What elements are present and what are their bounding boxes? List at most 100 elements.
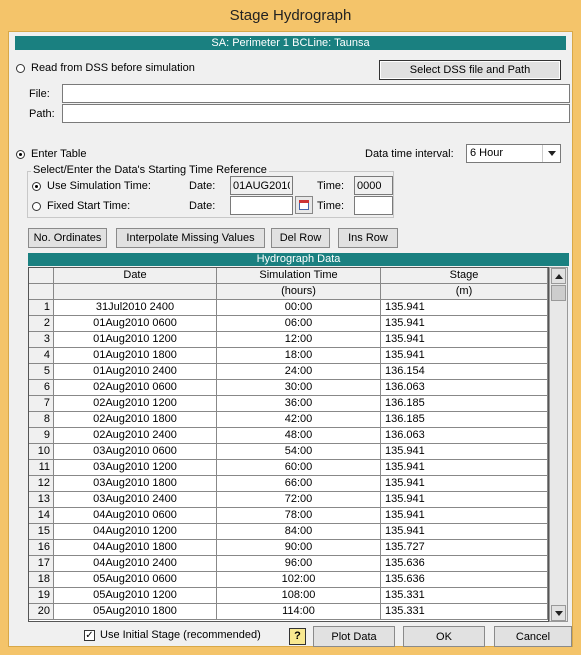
cell-sim-time[interactable]: 30:00 [217, 380, 381, 396]
cell-date[interactable]: 01Aug2010 1800 [54, 348, 217, 364]
cell-date[interactable]: 04Aug2010 2400 [54, 556, 217, 572]
cell-stage[interactable]: 135.941 [381, 316, 548, 332]
cell-stage[interactable]: 135.941 [381, 332, 548, 348]
table-row[interactable]: 1 31Jul2010 2400 00:00 135.941 [29, 300, 548, 316]
cell-sim-time[interactable]: 48:00 [217, 428, 381, 444]
cell-sim-time[interactable]: 96:00 [217, 556, 381, 572]
read-dss-radio[interactable] [16, 64, 25, 73]
cell-stage[interactable]: 135.941 [381, 348, 548, 364]
cell-stage[interactable]: 135.941 [381, 524, 548, 540]
cell-sim-time[interactable]: 36:00 [217, 396, 381, 412]
cell-sim-time[interactable]: 78:00 [217, 508, 381, 524]
cell-sim-time[interactable]: 72:00 [217, 492, 381, 508]
scroll-thumb[interactable] [551, 285, 566, 301]
cell-stage[interactable]: 136.154 [381, 364, 548, 380]
ok-button[interactable]: OK [403, 626, 485, 647]
table-scrollbar[interactable] [549, 267, 568, 622]
table-row[interactable]: 5 01Aug2010 2400 24:00 136.154 [29, 364, 548, 380]
table-row[interactable]: 7 02Aug2010 1200 36:00 136.185 [29, 396, 548, 412]
table-row[interactable]: 16 04Aug2010 1800 90:00 135.727 [29, 540, 548, 556]
select-dss-button[interactable]: Select DSS file and Path [379, 60, 561, 80]
cell-sim-time[interactable]: 108:00 [217, 588, 381, 604]
del-row-button[interactable]: Del Row [271, 228, 330, 248]
cell-sim-time[interactable]: 66:00 [217, 476, 381, 492]
cell-stage[interactable]: 135.941 [381, 460, 548, 476]
table-row[interactable]: 2 01Aug2010 0600 06:00 135.941 [29, 316, 548, 332]
table-row[interactable]: 12 03Aug2010 1800 66:00 135.941 [29, 476, 548, 492]
table-row[interactable]: 13 03Aug2010 2400 72:00 135.941 [29, 492, 548, 508]
cell-date[interactable]: 03Aug2010 1800 [54, 476, 217, 492]
cell-date[interactable]: 02Aug2010 0600 [54, 380, 217, 396]
cell-sim-time[interactable]: 06:00 [217, 316, 381, 332]
ins-row-button[interactable]: Ins Row [338, 228, 398, 248]
table-row[interactable]: 17 04Aug2010 2400 96:00 135.636 [29, 556, 548, 572]
fixed-time-field[interactable] [354, 196, 393, 215]
table-row[interactable]: 9 02Aug2010 2400 48:00 136.063 [29, 428, 548, 444]
cell-date[interactable]: 03Aug2010 1200 [54, 460, 217, 476]
cell-date[interactable]: 04Aug2010 1200 [54, 524, 217, 540]
cell-date[interactable]: 02Aug2010 1800 [54, 412, 217, 428]
plot-data-button[interactable]: Plot Data [313, 626, 395, 647]
table-row[interactable]: 11 03Aug2010 1200 60:00 135.941 [29, 460, 548, 476]
cell-sim-time[interactable]: 18:00 [217, 348, 381, 364]
table-row[interactable]: 15 04Aug2010 1200 84:00 135.941 [29, 524, 548, 540]
use-sim-time-radio[interactable] [32, 182, 41, 191]
cell-sim-time[interactable]: 12:00 [217, 332, 381, 348]
table-row[interactable]: 6 02Aug2010 0600 30:00 136.063 [29, 380, 548, 396]
table-row[interactable]: 14 04Aug2010 0600 78:00 135.941 [29, 508, 548, 524]
col-header-sim-time[interactable]: Simulation Time [217, 268, 381, 284]
cell-date[interactable]: 02Aug2010 2400 [54, 428, 217, 444]
cell-stage[interactable]: 135.331 [381, 604, 548, 620]
table-row[interactable]: 4 01Aug2010 1800 18:00 135.941 [29, 348, 548, 364]
no-ordinates-button[interactable]: No. Ordinates [28, 228, 107, 248]
col-header-date[interactable]: Date [54, 268, 217, 284]
cell-date[interactable]: 31Jul2010 2400 [54, 300, 217, 316]
cell-stage[interactable]: 135.941 [381, 444, 548, 460]
fixed-date-field[interactable] [230, 196, 293, 215]
calendar-icon[interactable] [295, 196, 313, 214]
cell-sim-time[interactable]: 24:00 [217, 364, 381, 380]
table-row[interactable]: 20 05Aug2010 1800 114:00 135.331 [29, 604, 548, 620]
cancel-button[interactable]: Cancel [494, 626, 572, 647]
cell-sim-time[interactable]: 60:00 [217, 460, 381, 476]
cell-stage[interactable]: 135.636 [381, 572, 548, 588]
interpolate-button[interactable]: Interpolate Missing Values [116, 228, 265, 248]
cell-stage[interactable]: 136.185 [381, 412, 548, 428]
cell-stage[interactable]: 136.185 [381, 396, 548, 412]
cell-date[interactable]: 01Aug2010 2400 [54, 364, 217, 380]
cell-date[interactable]: 04Aug2010 1800 [54, 540, 217, 556]
cell-date[interactable]: 05Aug2010 0600 [54, 572, 217, 588]
fixed-start-radio[interactable] [32, 202, 41, 211]
cell-date[interactable]: 03Aug2010 0600 [54, 444, 217, 460]
cell-sim-time[interactable]: 90:00 [217, 540, 381, 556]
cell-sim-time[interactable]: 00:00 [217, 300, 381, 316]
cell-stage[interactable]: 135.331 [381, 588, 548, 604]
enter-table-radio[interactable] [16, 150, 25, 159]
scroll-up-icon[interactable] [551, 268, 566, 284]
cell-date[interactable]: 04Aug2010 0600 [54, 508, 217, 524]
cell-stage[interactable]: 135.941 [381, 492, 548, 508]
help-icon[interactable]: ? [289, 628, 306, 645]
chevron-down-icon[interactable] [542, 145, 560, 162]
cell-date[interactable]: 03Aug2010 2400 [54, 492, 217, 508]
table-row[interactable]: 18 05Aug2010 0600 102:00 135.636 [29, 572, 548, 588]
table-row[interactable]: 19 05Aug2010 1200 108:00 135.331 [29, 588, 548, 604]
cell-stage[interactable]: 135.727 [381, 540, 548, 556]
cell-sim-time[interactable]: 114:00 [217, 604, 381, 620]
cell-sim-time[interactable]: 84:00 [217, 524, 381, 540]
cell-stage[interactable]: 136.063 [381, 428, 548, 444]
cell-date[interactable]: 05Aug2010 1200 [54, 588, 217, 604]
cell-sim-time[interactable]: 42:00 [217, 412, 381, 428]
initial-stage-checkbox[interactable]: ✓ [84, 630, 95, 641]
cell-stage[interactable]: 135.636 [381, 556, 548, 572]
hydrograph-table[interactable]: Date Simulation Time Stage (hours) (m) 1… [28, 267, 549, 622]
interval-select[interactable]: 6 Hour [466, 144, 561, 163]
cell-stage[interactable]: 135.941 [381, 300, 548, 316]
cell-date[interactable]: 01Aug2010 1200 [54, 332, 217, 348]
cell-stage[interactable]: 135.941 [381, 476, 548, 492]
cell-date[interactable]: 05Aug2010 1800 [54, 604, 217, 620]
cell-stage[interactable]: 135.941 [381, 508, 548, 524]
table-row[interactable]: 8 02Aug2010 1800 42:00 136.185 [29, 412, 548, 428]
col-header-stage[interactable]: Stage [381, 268, 548, 284]
cell-date[interactable]: 02Aug2010 1200 [54, 396, 217, 412]
